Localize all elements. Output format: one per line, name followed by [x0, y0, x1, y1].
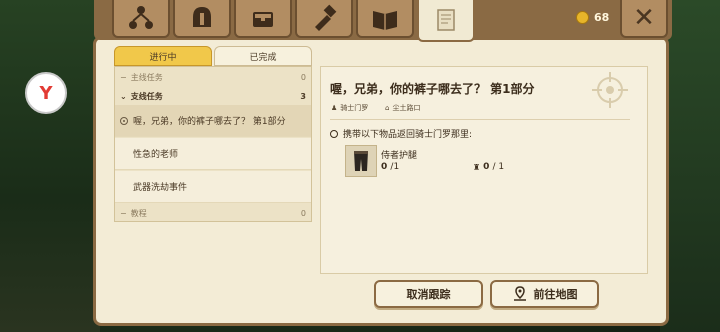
go-to-map-button[interactable]: 前往地图 [490, 280, 599, 308]
quest-scroll-icon [437, 9, 455, 31]
objective-text: 携带以下物品返回骑士门罗那里: [343, 130, 473, 140]
quest-item[interactable]: 喔，兄弟，你的裤子哪去了？ 第1部分 [115, 105, 311, 137]
item-count-secondary: ♜ 0 / 1 [473, 162, 504, 172]
category-main-quests[interactable]: − 主线任务 0 [115, 69, 311, 85]
chevron-down-icon: ⌄ [120, 91, 127, 101]
quest-list: − 主线任务 0 ⌄ 支线任务 3 喔，兄弟，你的裤子哪去了？ 第1部分 性急的… [114, 66, 312, 222]
tab-quests[interactable] [417, 0, 475, 42]
chest-icon [253, 12, 273, 27]
quest-objective: 携带以下物品返回骑士门罗那里: [330, 127, 472, 140]
tab-skills[interactable] [112, 0, 170, 38]
collapse-icon: − [120, 208, 127, 218]
tab-in-progress[interactable]: 进行中 [114, 46, 212, 66]
collapse-icon: − [120, 72, 127, 82]
go-to-map-label: 前往地图 [533, 288, 578, 301]
item-name: 侍者护腿 [381, 151, 418, 161]
quest-name: 喔，兄弟，你的裤子哪去了？ 第1部分 [133, 117, 286, 127]
npc-name: 骑士门罗 [340, 104, 369, 112]
npc-icon: ♟ [331, 104, 338, 112]
item-count: 0 /1 [381, 162, 399, 172]
untrack-label: 取消跟踪 [406, 288, 451, 301]
tab-journal[interactable] [356, 0, 414, 38]
game-background-right [660, 0, 720, 332]
category-count: 0 [300, 208, 306, 218]
item-slot[interactable] [345, 145, 377, 177]
quest-name: 性急的老师 [133, 150, 179, 160]
quest-name: 武器洗劫事件 [133, 183, 188, 193]
tab-equipment[interactable] [173, 0, 231, 38]
quest-item[interactable]: 性急的老师 [115, 138, 311, 170]
map-book-icon [373, 11, 397, 30]
leggings-icon [354, 151, 368, 171]
coin-icon [576, 11, 589, 24]
close-icon: ✕ [633, 3, 655, 33]
tab-crafting[interactable] [295, 0, 353, 38]
objective-bullet-icon [330, 129, 338, 138]
quest-title: 喔，兄弟，你的裤子哪去了？ 第1部分 [330, 82, 535, 96]
divider [330, 119, 630, 120]
item-have: 0 [381, 162, 388, 172]
category-count: 0 [300, 72, 306, 82]
coin-value: 68 [594, 11, 610, 24]
tab-completed[interactable]: 已完成 [214, 46, 312, 66]
category-side-quests[interactable]: ⌄ 支线任务 3 [115, 87, 311, 105]
category-count: 3 [300, 91, 306, 101]
bag-icon: ♜ [473, 162, 481, 172]
status-tabs: 进行中 已完成 [114, 46, 312, 66]
item-have-secondary: 0 [483, 162, 490, 172]
target-icon [592, 72, 628, 108]
item-need-secondary: / 1 [492, 162, 505, 172]
untrack-button[interactable]: 取消跟踪 [374, 280, 483, 308]
coin-counter: 68 [576, 11, 609, 24]
quest-npc: ♟ 骑士门罗 [331, 103, 368, 113]
game-background-left [0, 0, 100, 332]
quest-location: ⌂ 尘土路口 [385, 103, 420, 113]
game-logo: Y [25, 72, 67, 114]
close-button[interactable]: ✕ [620, 0, 668, 38]
category-label: 支线任务 [130, 91, 163, 101]
location-icon: ⌂ [385, 104, 390, 112]
skill-tree-icon [129, 6, 153, 29]
tab-inventory[interactable] [234, 0, 292, 38]
helmet-icon [193, 7, 211, 27]
category-label: 主线任务 [130, 72, 163, 82]
quest-item[interactable]: 武器洗劫事件 [115, 171, 311, 203]
tracking-target-icon [120, 116, 128, 125]
item-need: /1 [390, 162, 400, 172]
location-name: 尘土路口 [392, 104, 421, 112]
crafting-icon [315, 4, 337, 31]
map-pin-icon [513, 286, 526, 301]
category-tutorial[interactable]: − 教程 0 [115, 205, 311, 221]
category-label: 教程 [130, 208, 147, 218]
